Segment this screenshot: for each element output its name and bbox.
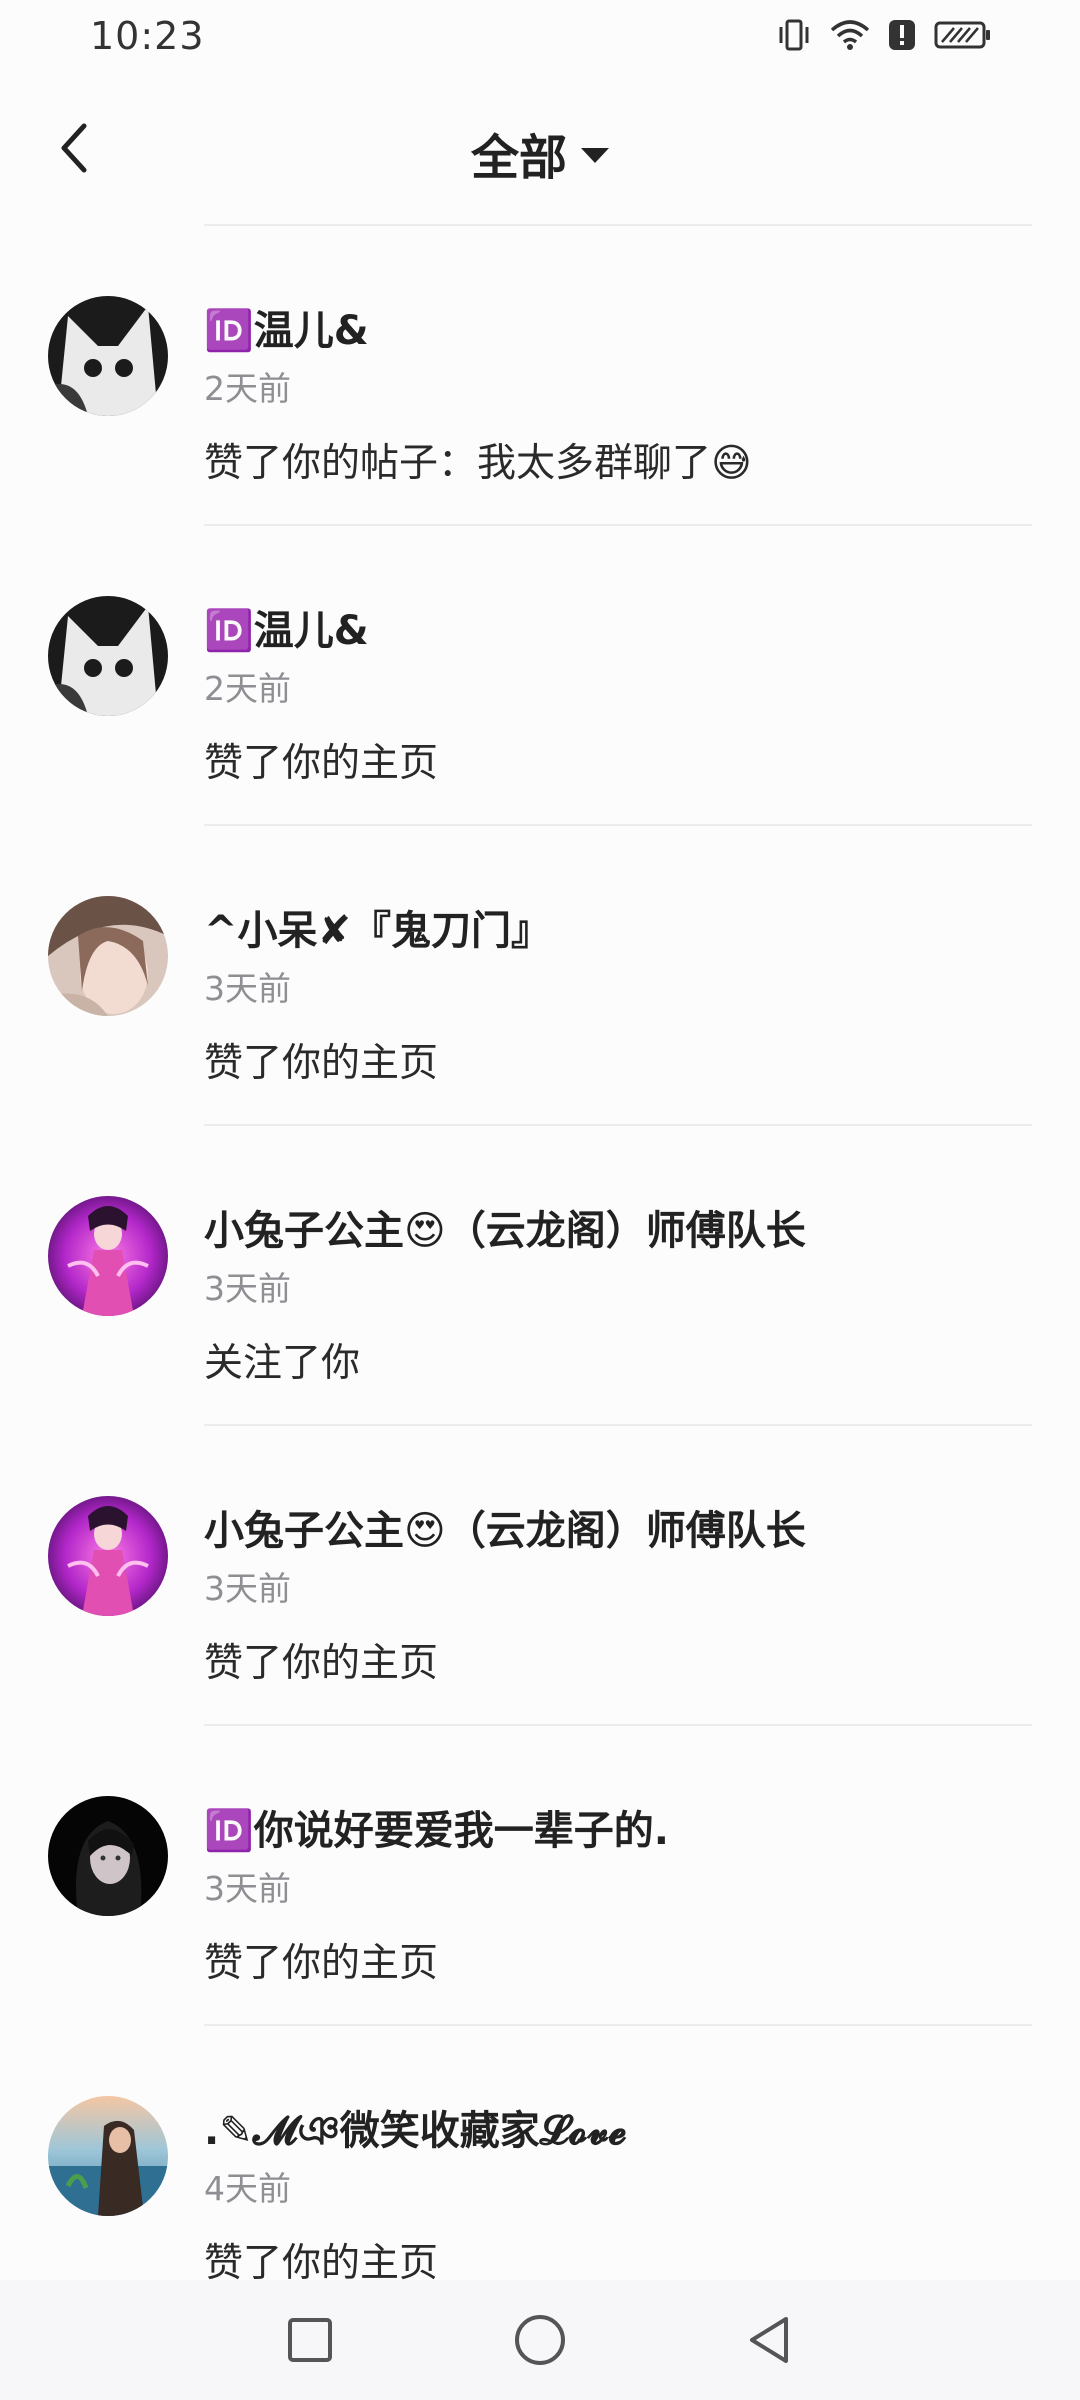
alert-icon (888, 18, 916, 52)
notification-list: 🆔温儿& 2天前 赞了你的帖子：我太多群聊了😅 🆔温儿& 2天前 赞了你的主页 (0, 226, 1080, 2326)
user-name[interactable]: 🆔温儿& (204, 298, 369, 356)
notification-item[interactable]: 🆔温儿& 2天前 赞了你的主页 (0, 526, 1080, 826)
recents-button[interactable] (274, 2304, 346, 2376)
avatar[interactable] (48, 596, 168, 716)
page-title: 全部 (470, 130, 567, 186)
vibrate-icon (776, 18, 812, 52)
notification-item[interactable]: 🆔温儿& 2天前 赞了你的帖子：我太多群聊了😅 (0, 226, 1080, 526)
battery-charging-icon (934, 20, 992, 50)
home-button[interactable] (504, 2304, 576, 2376)
user-name[interactable]: ^小呆✘『鬼刀门』 (204, 898, 551, 956)
avatar[interactable] (48, 896, 168, 1016)
notification-text: 赞了你的主页 (204, 1041, 439, 1086)
timestamp: 3天前 (204, 1569, 291, 1608)
user-name[interactable]: .✎𝓜ঞ微笑收藏家𝓛𝓸𝓿𝓮 (204, 2098, 627, 2166)
circle-icon (515, 2315, 565, 2365)
notifications-screen: 10:23 全部 🆔温儿& 2天前 赞了你的帖子：我太多群聊了😅 🆔温儿& 2天… (0, 0, 1080, 2400)
timestamp: 3天前 (204, 1869, 291, 1908)
notification-text: 赞了你的主页 (204, 1941, 439, 1986)
user-name[interactable]: 小兔子公主😍（云龙阁）师傅队长 (204, 1498, 806, 1556)
caret-down-icon (581, 147, 609, 163)
user-name[interactable]: 🆔温儿& (204, 598, 369, 656)
timestamp: 4天前 (204, 2169, 291, 2208)
user-name[interactable]: 🆔你说好要爱我一辈子的. (204, 1798, 669, 1856)
system-nav-bar (0, 2280, 1080, 2400)
avatar[interactable] (48, 1496, 168, 1616)
notification-text: 赞了你的帖子：我太多群聊了😅 (204, 441, 752, 486)
status-icons (776, 18, 992, 52)
avatar[interactable] (48, 2096, 168, 2216)
notification-text: 赞了你的主页 (204, 741, 439, 786)
system-back-button[interactable] (734, 2304, 806, 2376)
timestamp: 2天前 (204, 369, 291, 408)
notification-item[interactable]: 小兔子公主😍（云龙阁）师傅队长 3天前 赞了你的主页 (0, 1426, 1080, 1726)
notification-text: 关注了你 (204, 1341, 361, 1386)
triangle-back-icon (750, 2317, 788, 2363)
timestamp: 2天前 (204, 669, 291, 708)
filter-dropdown[interactable]: 全部 (0, 118, 1080, 188)
header: 全部 (0, 90, 1080, 210)
status-time: 10:23 (90, 14, 205, 58)
wifi-icon (830, 18, 870, 52)
timestamp: 3天前 (204, 969, 291, 1008)
notification-item[interactable]: 🆔你说好要爱我一辈子的. 3天前 赞了你的主页 (0, 1726, 1080, 2026)
user-name[interactable]: 小兔子公主😍（云龙阁）师傅队长 (204, 1198, 806, 1256)
avatar[interactable] (48, 1796, 168, 1916)
avatar[interactable] (48, 296, 168, 416)
avatar[interactable] (48, 1196, 168, 1316)
notification-item[interactable]: ^小呆✘『鬼刀门』 3天前 赞了你的主页 (0, 826, 1080, 1126)
notification-text: 赞了你的主页 (204, 1641, 439, 1686)
square-icon (288, 2318, 332, 2362)
notification-item[interactable]: 小兔子公主😍（云龙阁）师傅队长 3天前 关注了你 (0, 1126, 1080, 1426)
timestamp: 3天前 (204, 1269, 291, 1308)
status-bar: 10:23 (0, 0, 1080, 80)
